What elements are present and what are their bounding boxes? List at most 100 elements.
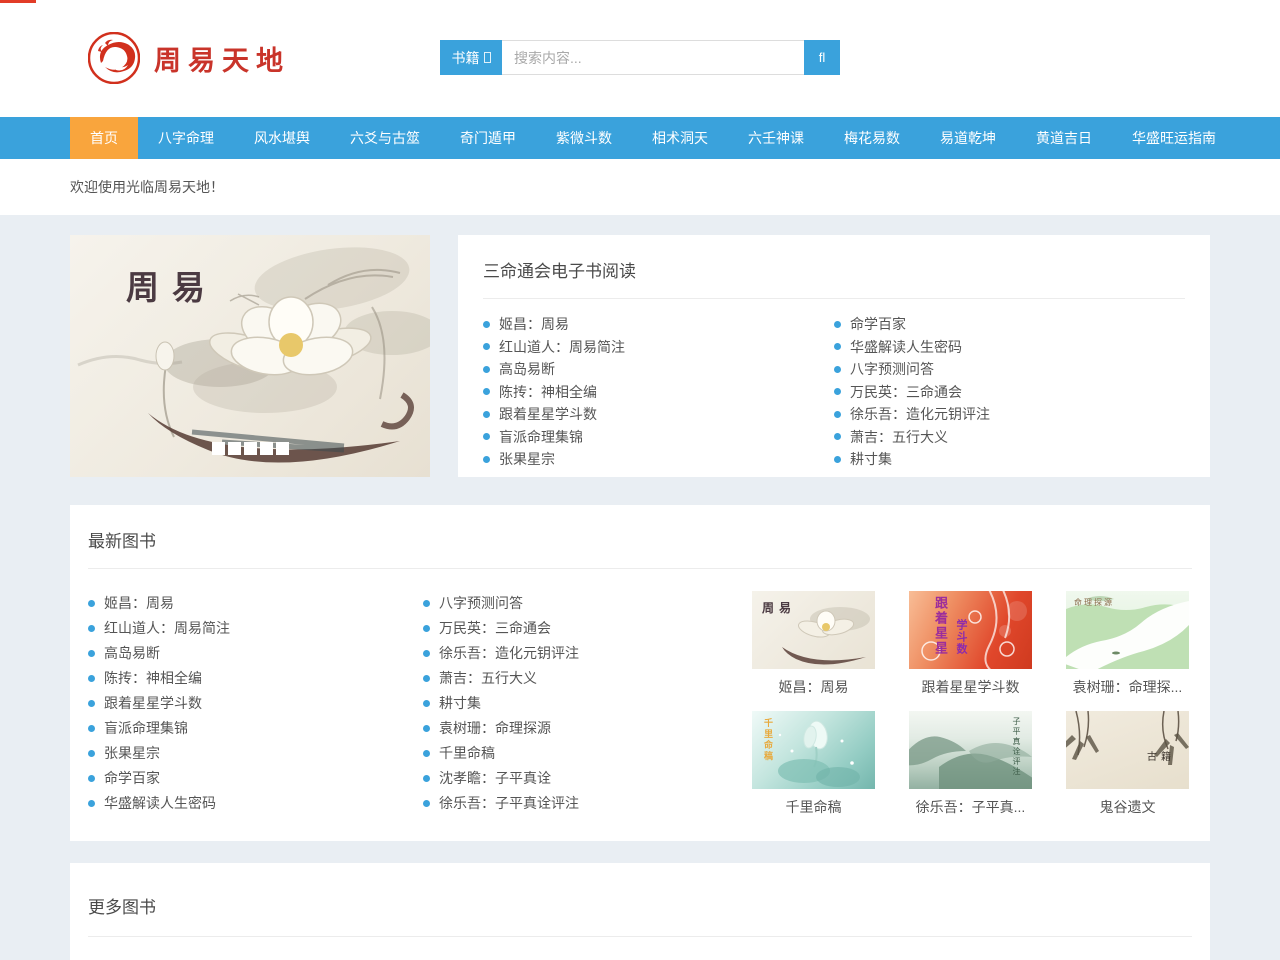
book-card-guiguyiwen[interactable]: 古籍 鬼谷遗文 [1066,711,1189,817]
carousel-slide[interactable]: 周易 [70,235,430,477]
list-item[interactable]: 跟着星星学斗数 [483,403,834,426]
list-item[interactable]: 张果星宗 [483,448,834,471]
list-item[interactable]: 高岛易断 [483,358,834,381]
welcome-bar: 欢迎使用光临周易天地！ [0,159,1280,215]
book-link-label[interactable]: 万民英：三命通会 [439,616,551,641]
list-item[interactable]: 张果星宗 [88,741,423,766]
bullet-icon [88,700,95,707]
list-item[interactable]: 高岛易断 [88,641,423,666]
carousel-dot[interactable] [212,442,225,455]
search-category-button[interactable]: 书籍 [440,40,502,75]
book-link-label[interactable]: 张果星宗 [499,448,555,471]
book-link-label[interactable]: 姬昌：周易 [104,591,174,616]
book-card-stars[interactable]: 跟着星星 学斗数 跟着星星学斗数 [909,591,1032,697]
site-logo[interactable]: 周易天地 [88,32,290,84]
book-link-label[interactable]: 跟着星星学斗数 [499,403,597,426]
book-link-label[interactable]: 陈抟：神相全编 [104,666,202,691]
book-link-label[interactable]: 千里命稿 [439,741,495,766]
list-item[interactable]: 华盛解读人生密码 [88,791,423,816]
book-link-label[interactable]: 盲派命理集锦 [499,426,583,449]
book-link-label[interactable]: 萧吉：五行大义 [439,666,537,691]
list-item[interactable]: 千里命稿 [423,741,748,766]
book-link-label[interactable]: 高岛易断 [499,358,555,381]
nav-item-xiangshu[interactable]: 相术洞天 [632,117,728,159]
list-item[interactable]: 耕寸集 [423,691,748,716]
carousel-dot[interactable] [276,442,289,455]
book-link-label[interactable]: 华盛解读人生密码 [104,791,216,816]
bullet-icon [423,775,430,782]
book-link-label[interactable]: 袁树珊：命理探源 [439,716,551,741]
list-item[interactable]: 萧吉：五行大义 [423,666,748,691]
search-input[interactable] [502,40,804,75]
list-item[interactable]: 徐乐吾：子平真诠评注 [423,791,748,816]
list-item[interactable]: 万民英：三命通会 [834,381,1185,404]
book-link-label[interactable]: 姬昌：周易 [499,313,569,336]
book-link-label[interactable]: 徐乐吾：造化元钥评注 [439,641,579,666]
list-item[interactable]: 陈抟：神相全编 [483,381,834,404]
book-card-qianliminggao[interactable]: 千里命稿 千里命稿 [752,711,875,817]
list-item[interactable]: 袁树珊：命理探源 [423,716,748,741]
book-link-label[interactable]: 高岛易断 [104,641,160,666]
book-link-label[interactable]: 徐乐吾：子平真诠评注 [439,791,579,816]
nav-item-qimen[interactable]: 奇门遁甲 [440,117,536,159]
list-item[interactable]: 徐乐吾：造化元钥评注 [834,403,1185,426]
nav-item-liuyao[interactable]: 六爻与古筮 [330,117,440,159]
book-link-label[interactable]: 耕寸集 [439,691,481,716]
list-item[interactable]: 八字预测问答 [423,591,748,616]
list-item[interactable]: 沈孝瞻：子平真诠 [423,766,748,791]
book-card-minglitanyuan[interactable]: 命理探源 袁树珊：命理探... [1066,591,1189,697]
book-link-label[interactable]: 跟着星星学斗数 [104,691,202,716]
divider [88,568,1192,569]
bullet-icon [88,675,95,682]
list-item[interactable]: 陈抟：神相全编 [88,666,423,691]
book-link-label[interactable]: 红山道人：周易简注 [104,616,230,641]
nav-item-bazi[interactable]: 八字命理 [138,117,234,159]
list-item[interactable]: 华盛解读人生密码 [834,336,1185,359]
cover-title-text: 子平真诠评注 [1011,717,1022,777]
list-item[interactable]: 红山道人：周易简注 [483,336,834,359]
featured-link-column-2: 命学百家 华盛解读人生密码 八字预测问答 万民英：三命通会 徐乐吾：造化元钥评注… [834,313,1185,471]
list-item[interactable]: 红山道人：周易简注 [88,616,423,641]
book-link-label[interactable]: 张果星宗 [104,741,160,766]
nav-item-meihua[interactable]: 梅花易数 [824,117,920,159]
nav-item-fengshui[interactable]: 风水堪舆 [234,117,330,159]
book-link-label[interactable]: 徐乐吾：造化元钥评注 [850,403,990,426]
book-link-label[interactable]: 八字预测问答 [850,358,934,381]
nav-item-huasheng[interactable]: 华盛旺运指南 [1112,117,1236,159]
book-link-label[interactable]: 萧吉：五行大义 [850,426,948,449]
book-card-zipingzhenquan[interactable]: 子平真诠评注 徐乐吾：子平真... [909,711,1032,817]
list-item[interactable]: 万民英：三命通会 [423,616,748,641]
book-link-label[interactable]: 命学百家 [850,313,906,336]
book-link-label[interactable]: 命学百家 [104,766,160,791]
carousel-dot[interactable] [260,442,273,455]
book-link-label[interactable]: 万民英：三命通会 [850,381,962,404]
bullet-icon [483,343,490,350]
list-item[interactable]: 萧吉：五行大义 [834,426,1185,449]
list-item[interactable]: 命学百家 [834,313,1185,336]
book-link-label[interactable]: 沈孝瞻：子平真诠 [439,766,551,791]
list-item[interactable]: 姬昌：周易 [483,313,834,336]
book-link-label[interactable]: 八字预测问答 [439,591,523,616]
book-link-label[interactable]: 红山道人：周易简注 [499,336,625,359]
nav-item-liuren[interactable]: 六壬神课 [728,117,824,159]
nav-item-ziwei[interactable]: 紫微斗数 [536,117,632,159]
search-button[interactable]: fl [804,40,840,75]
book-link-label[interactable]: 盲派命理集锦 [104,716,188,741]
list-item[interactable]: 盲派命理集锦 [483,426,834,449]
carousel-dot[interactable] [228,442,241,455]
carousel-dot[interactable] [244,442,257,455]
book-link-label[interactable]: 陈抟：神相全编 [499,381,597,404]
nav-item-huangdao[interactable]: 黄道吉日 [1016,117,1112,159]
book-link-label[interactable]: 耕寸集 [850,448,892,471]
list-item[interactable]: 耕寸集 [834,448,1185,471]
book-link-label[interactable]: 华盛解读人生密码 [850,336,962,359]
list-item[interactable]: 八字预测问答 [834,358,1185,381]
list-item[interactable]: 命学百家 [88,766,423,791]
nav-item-home[interactable]: 首页 [70,117,138,159]
list-item[interactable]: 姬昌：周易 [88,591,423,616]
list-item[interactable]: 跟着星星学斗数 [88,691,423,716]
list-item[interactable]: 盲派命理集锦 [88,716,423,741]
nav-item-yidao[interactable]: 易道乾坤 [920,117,1016,159]
book-card-zhouyi[interactable]: 周易 姬昌：周易 [752,591,875,697]
list-item[interactable]: 徐乐吾：造化元钥评注 [423,641,748,666]
